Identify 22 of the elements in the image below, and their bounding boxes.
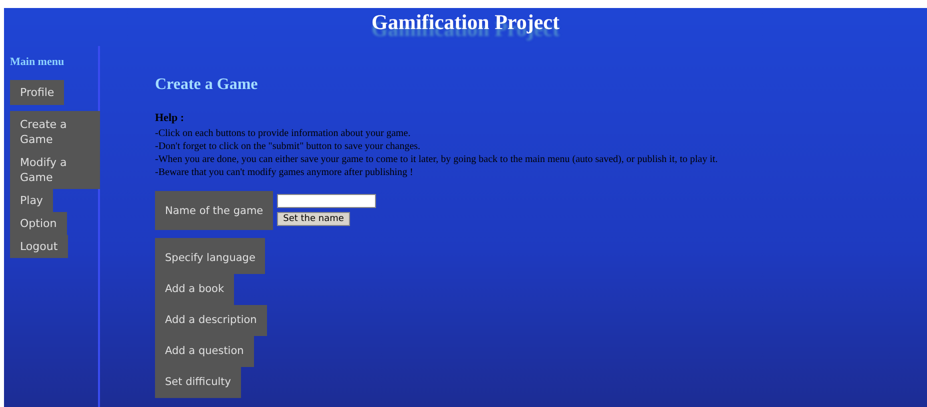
name-input-field[interactable] bbox=[277, 194, 376, 208]
action-button[interactable]: Add a description bbox=[155, 305, 267, 336]
menu-item[interactable]: Play bbox=[10, 189, 53, 212]
help-text: -Beware that you can't modify games anymore after publishing ! bbox=[155, 166, 414, 179]
help-text: -Don't forget to click on the "submit" button to save your changes. bbox=[155, 140, 422, 153]
field-label: Name of the game bbox=[155, 191, 274, 230]
menu-item[interactable]: Logout bbox=[10, 235, 68, 258]
help-text: -When you are done, you can either save your game to come to it later, by going back to the main menu (auto saved), or publish it, to play it. bbox=[155, 153, 719, 166]
page-title: Create a Game bbox=[155, 76, 259, 94]
menu-item[interactable]: Option bbox=[10, 212, 67, 235]
menu-item[interactable]: Profile bbox=[10, 80, 64, 105]
site-title: Gamification Project bbox=[370, 9, 560, 36]
set-name-button[interactable]: Set the name bbox=[277, 212, 350, 226]
menu-item[interactable]: Modify a Game bbox=[10, 151, 100, 189]
help-heading: Help : bbox=[155, 112, 186, 124]
action-button[interactable]: Specify language bbox=[155, 238, 266, 274]
action-button[interactable]: Set difficulty bbox=[155, 367, 241, 398]
menu-heading: Main menu bbox=[10, 56, 64, 68]
action-button[interactable]: Add a question bbox=[155, 336, 254, 367]
help-text: -Click on each buttons to provide information about your game. bbox=[155, 127, 412, 140]
action-button[interactable]: Add a book bbox=[155, 274, 234, 305]
menu-item[interactable]: Create a Game bbox=[10, 111, 100, 151]
